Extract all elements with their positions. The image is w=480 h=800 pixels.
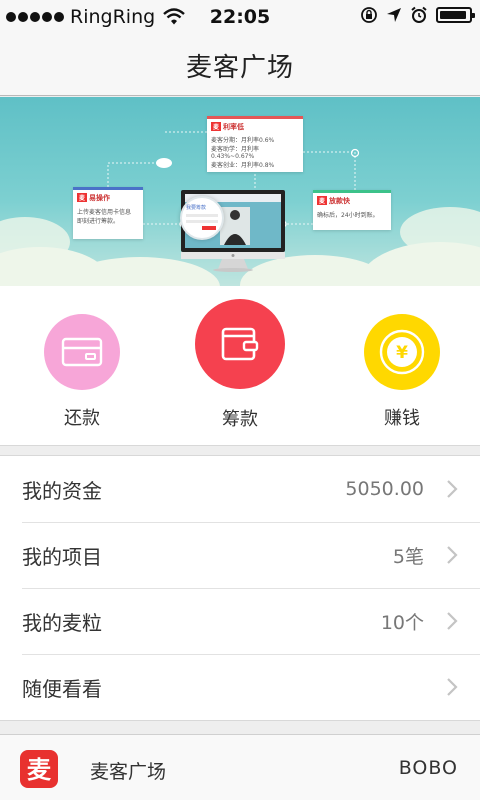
- svg-text:麦: 麦: [27, 756, 52, 784]
- chevron-right-icon: [447, 678, 458, 696]
- card-icon: [61, 337, 103, 367]
- earn-money-circle: ¥: [364, 314, 440, 390]
- battery-icon: [436, 7, 475, 23]
- wallet-icon: [221, 327, 259, 361]
- quick-actions: 还款 筹款 ¥ 赚钱: [0, 286, 480, 446]
- feature-card-easy: 麦易操作 上传麦客信用卡信息 即刻进行筹款。: [73, 187, 143, 239]
- alarm-icon: [411, 6, 427, 23]
- repay-button[interactable]: 还款: [32, 298, 132, 430]
- raise-funds-circle: [195, 299, 285, 389]
- list-item-label: 我的项目: [22, 544, 102, 569]
- list-item-funds[interactable]: 我的资金 5050.00: [0, 456, 480, 522]
- chevron-right-icon: [447, 480, 458, 498]
- feature-card-fast: 麦放款快 确标后，24小时到账。: [313, 190, 391, 230]
- repay-circle: [44, 314, 120, 390]
- list-item-value: 5050.00: [345, 478, 424, 500]
- earn-money-label: 赚钱: [384, 408, 420, 429]
- chevron-right-icon: [447, 612, 458, 630]
- account-menu: 我的资金 5050.00 我的项目 5笔 我的麦粒 10个 随便看看: [0, 455, 480, 721]
- bottom-bar: 麦 麦客广场 BOBO: [0, 734, 480, 800]
- list-item-value: 10个: [380, 611, 424, 634]
- page-title: 麦客广场: [185, 53, 294, 83]
- svg-text:¥: ¥: [396, 343, 408, 363]
- repay-label: 还款: [64, 408, 100, 429]
- chevron-right-icon: [447, 546, 458, 564]
- list-item-points[interactable]: 我的麦粒 10个: [0, 588, 480, 654]
- rotation-lock-icon: [361, 7, 377, 23]
- magnifier-illustration: 我要筹款: [180, 196, 224, 240]
- list-item-browse[interactable]: 随便看看: [0, 654, 480, 720]
- list-item-label: 我的麦粒: [22, 610, 102, 635]
- list-item-value: 5笔: [392, 545, 424, 568]
- tab-plaza[interactable]: 麦客广场: [90, 757, 166, 784]
- promo-banner[interactable]: 麦易操作 上传麦客信用卡信息 即刻进行筹款。 麦利率低 麦客分期：月利率0.6%…: [0, 97, 480, 286]
- list-item-label: 我的资金: [22, 478, 102, 503]
- location-arrow-icon: [387, 8, 401, 22]
- nav-bar: 麦客广场: [0, 36, 480, 96]
- app-logo[interactable]: 麦: [20, 750, 58, 788]
- feature-card-low-rate: 麦利率低 麦客分期：月利率0.6% 麦客助学：月利率0.43%~0.67% 麦客…: [207, 116, 303, 172]
- raise-funds-button[interactable]: 筹款: [190, 298, 290, 431]
- earn-money-button[interactable]: ¥ 赚钱: [352, 298, 452, 430]
- status-bar: RingRing 22:05: [0, 0, 480, 36]
- raise-funds-label: 筹款: [222, 409, 258, 430]
- list-item-label: 随便看看: [22, 676, 102, 701]
- yuan-coin-icon: ¥: [379, 329, 425, 375]
- user-name[interactable]: BOBO: [399, 757, 458, 779]
- list-item-projects[interactable]: 我的项目 5笔: [0, 522, 480, 588]
